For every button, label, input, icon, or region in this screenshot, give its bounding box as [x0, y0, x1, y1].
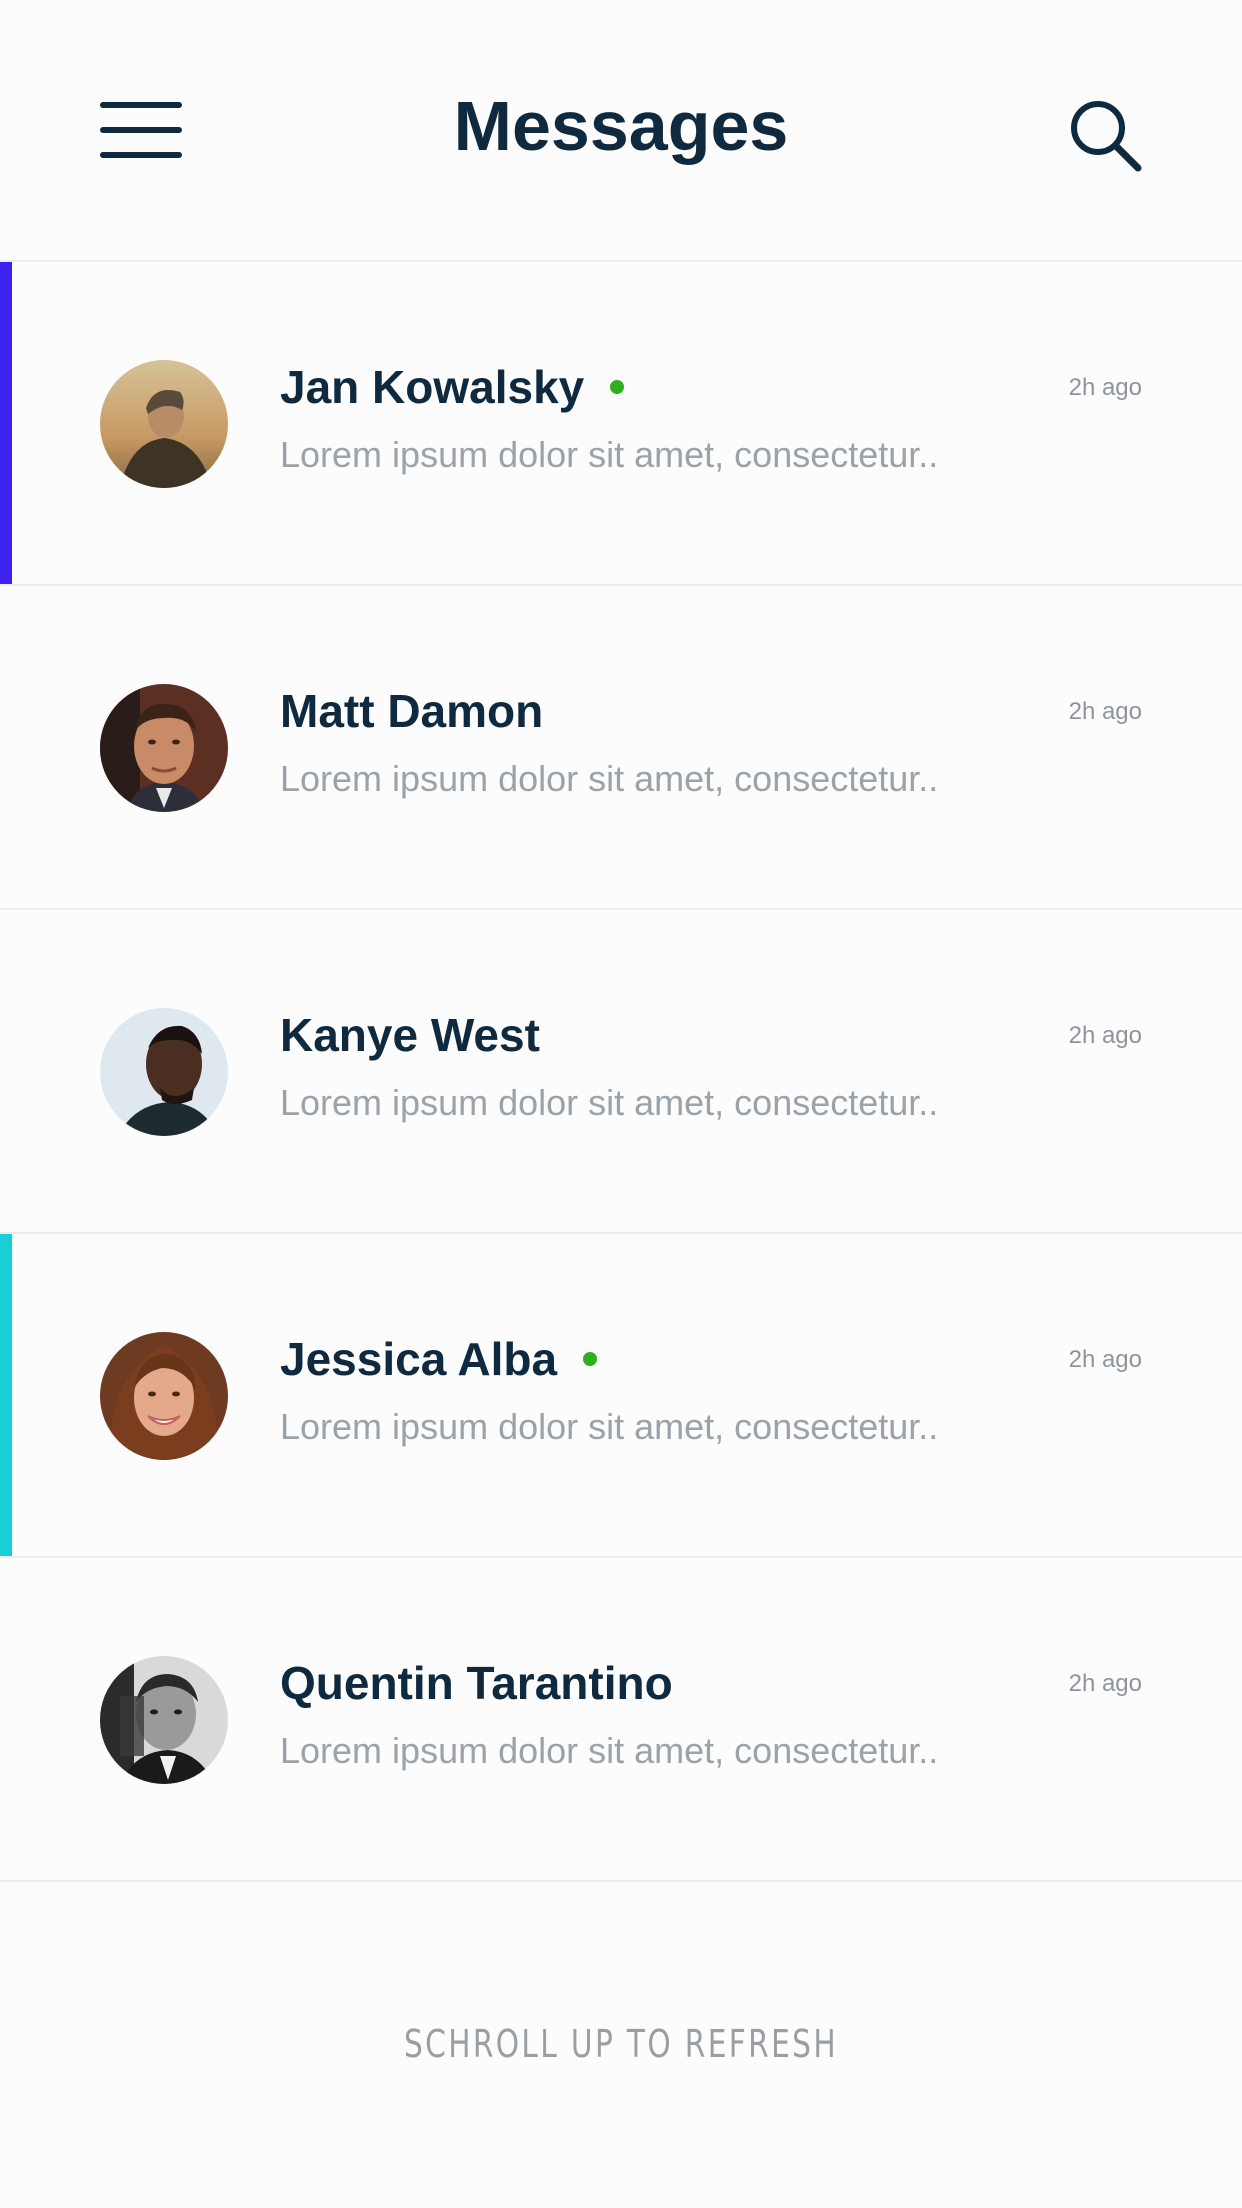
message-preview: Lorem ipsum dolor sit amet, consectetur.… [280, 1406, 939, 1447]
message-row-kanye-west[interactable]: Kanye West Lorem ipsum dolor sit amet, c… [0, 910, 1242, 1234]
avatar-jessica-alba [100, 1332, 228, 1460]
message-preview: Lorem ipsum dolor sit amet, consectetur.… [280, 1730, 939, 1771]
message-time: 2h ago [1068, 1670, 1142, 1697]
contact-name: Kanye West [280, 1009, 540, 1061]
pull-to-refresh-hint: SCHROLL UP TO REFRESH [404, 2022, 838, 2066]
avatar-kanye-west [100, 1008, 228, 1136]
message-preview: Lorem ipsum dolor sit amet, consectetur.… [280, 1082, 939, 1123]
avatar-jan-kowalsky [100, 360, 228, 488]
messages-screen: Messages Jan Kowalsky Lorem ipsum dolor … [0, 0, 1242, 2208]
message-time: 2h ago [1068, 698, 1142, 725]
message-row-matt-damon[interactable]: Matt Damon Lorem ipsum dolor sit amet, c… [0, 586, 1242, 910]
online-status-dot [610, 380, 625, 394]
message-list: Jan Kowalsky Lorem ipsum dolor sit amet,… [0, 262, 1242, 1882]
message-preview: Lorem ipsum dolor sit amet, consectetur.… [280, 434, 939, 475]
page-title: Messages [453, 87, 789, 165]
message-row-quentin-tarantino[interactable]: Quentin Tarantino Lorem ipsum dolor sit … [0, 1558, 1242, 1882]
message-time: 2h ago [1068, 374, 1142, 401]
message-time: 2h ago [1068, 1022, 1142, 1049]
unread-accent-bar [0, 262, 12, 584]
contact-name: Jan Kowalsky [280, 360, 625, 414]
message-row-jessica-alba[interactable]: Jessica Alba Lorem ipsum dolor sit amet,… [0, 1234, 1242, 1558]
contact-name: Matt Damon [280, 685, 544, 737]
message-preview: Lorem ipsum dolor sit amet, consectetur.… [280, 758, 939, 799]
contact-name: Quentin Tarantino [280, 1657, 673, 1709]
unread-accent-bar [0, 1234, 12, 1556]
contact-name: Jessica Alba [280, 1332, 598, 1386]
message-time: 2h ago [1068, 1346, 1142, 1373]
avatar-quentin-tarantino [100, 1656, 228, 1784]
online-status-dot [583, 1352, 598, 1366]
search-icon[interactable] [1068, 98, 1144, 174]
avatar-matt-damon [100, 684, 228, 812]
message-row-jan-kowalsky[interactable]: Jan Kowalsky Lorem ipsum dolor sit amet,… [0, 262, 1242, 586]
app-header: Messages [0, 0, 1242, 262]
